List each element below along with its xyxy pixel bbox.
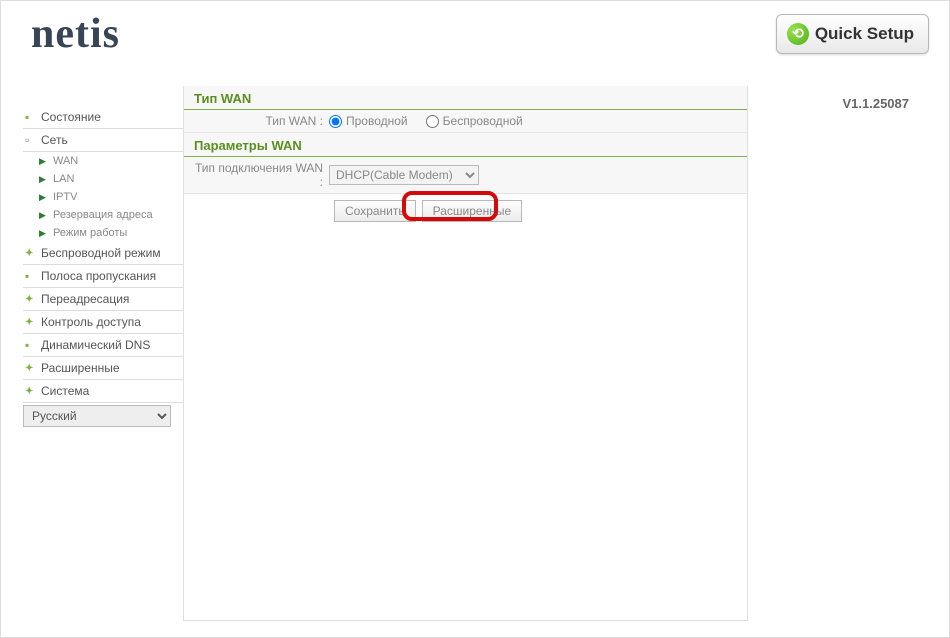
sidebar-item-forwarding[interactable]: ✦ Переадресация [23,288,183,311]
sidebar-label: Полоса пропускания [41,269,156,283]
sidebar-subitem-reservation[interactable]: ▶ Резервация адреса [39,206,183,224]
button-row: Сохранить Расширенные [184,194,747,228]
quick-setup-label: Quick Setup [815,24,914,44]
sidebar-label: Сеть [41,133,68,147]
sidebar-item-status[interactable]: ▪ Состояние [23,106,183,129]
save-button[interactable]: Сохранить [334,200,416,222]
sidebar-item-network[interactable]: ▫ Сеть [23,129,183,152]
sidebar-label: Беспроводной режим [41,246,161,260]
cross-icon: ✦ [25,317,37,328]
arrow-icon: ▶ [39,156,49,167]
wan-type-wireless[interactable]: Беспроводной [426,114,523,128]
wan-type-wireless-radio[interactable] [426,115,439,128]
sidebar-subitem-mode[interactable]: ▶ Режим работы [39,224,183,242]
sidebar-subitem-wan[interactable]: ▶ WAN [39,152,183,170]
minus-icon: ▫ [25,133,37,147]
conn-type-row: Тип подключения WAN : DHCP(Cable Modem) [184,157,747,194]
main: V1.1.25087 Тип WAN Тип WAN : Проводной Б… [183,66,949,626]
plus-icon: ▪ [25,338,37,352]
cross-icon: ✦ [25,386,37,397]
wan-type-label: Тип WAN : [194,114,329,128]
plus-icon: ▪ [25,110,37,124]
arrow-icon: ▶ [39,192,49,203]
plus-icon: ▪ [25,269,37,283]
cross-icon: ✦ [25,248,37,259]
advanced-button[interactable]: Расширенные [422,200,523,222]
sidebar-item-access[interactable]: ✦ Контроль доступа [23,311,183,334]
refresh-icon: ⟲ [787,23,809,45]
sidebar-label: Динамический DNS [41,338,150,352]
conn-type-label: Тип подключения WAN : [194,161,329,189]
section-wan-type-title: Тип WAN [184,86,747,110]
sidebar-subitem-iptv[interactable]: ▶ IPTV [39,188,183,206]
arrow-icon: ▶ [39,174,49,185]
sidebar-label: Переадресация [41,292,129,306]
sidebar-sublabel: Резервация адреса [53,209,153,221]
section-wan-params-title: Параметры WAN [184,133,747,157]
sidebar-item-wireless[interactable]: ✦ Беспроводной режим [23,242,183,265]
language-select[interactable]: Русский [23,405,171,427]
subnav-network: ▶ WAN ▶ LAN ▶ IPTV ▶ Резервация адреса ▶… [23,152,183,242]
wan-type-row: Тип WAN : Проводной Беспроводной [184,110,747,133]
wan-type-wired-radio[interactable] [329,115,342,128]
sidebar-label: Контроль доступа [41,315,141,329]
sidebar-sublabel: LAN [53,173,74,185]
cross-icon: ✦ [25,363,37,374]
header: netis ⟲ Quick Setup [1,1,949,66]
radio-label: Беспроводной [443,114,523,128]
sidebar-sublabel: WAN [53,155,78,167]
sidebar-item-ddns[interactable]: ▪ Динамический DNS [23,334,183,357]
sidebar-subitem-lan[interactable]: ▶ LAN [39,170,183,188]
container: ▪ Состояние ▫ Сеть ▶ WAN ▶ LAN ▶ IPTV ▶ … [1,66,949,626]
version-label: V1.1.25087 [842,96,909,111]
sidebar-label: Система [41,384,89,398]
sidebar-label: Расширенные [41,361,120,375]
radio-label: Проводной [346,114,408,128]
conn-type-select[interactable]: DHCP(Cable Modem) [329,165,479,185]
cross-icon: ✦ [25,294,37,305]
wan-type-wired[interactable]: Проводной [329,114,408,128]
logo: netis [31,10,120,58]
sidebar-item-bandwidth[interactable]: ▪ Полоса пропускания [23,265,183,288]
panel: Тип WAN Тип WAN : Проводной Беспроводной… [183,86,748,621]
wan-type-radiogroup: Проводной Беспроводной [329,114,523,128]
sidebar-item-system[interactable]: ✦ Система [23,380,183,403]
sidebar-label: Состояние [41,110,101,124]
quick-setup-button[interactable]: ⟲ Quick Setup [776,14,929,54]
sidebar-sublabel: Режим работы [53,227,127,239]
sidebar-item-advanced[interactable]: ✦ Расширенные [23,357,183,380]
sidebar-sublabel: IPTV [53,191,77,203]
sidebar: ▪ Состояние ▫ Сеть ▶ WAN ▶ LAN ▶ IPTV ▶ … [1,66,183,626]
arrow-icon: ▶ [39,228,49,239]
arrow-icon: ▶ [39,210,49,221]
